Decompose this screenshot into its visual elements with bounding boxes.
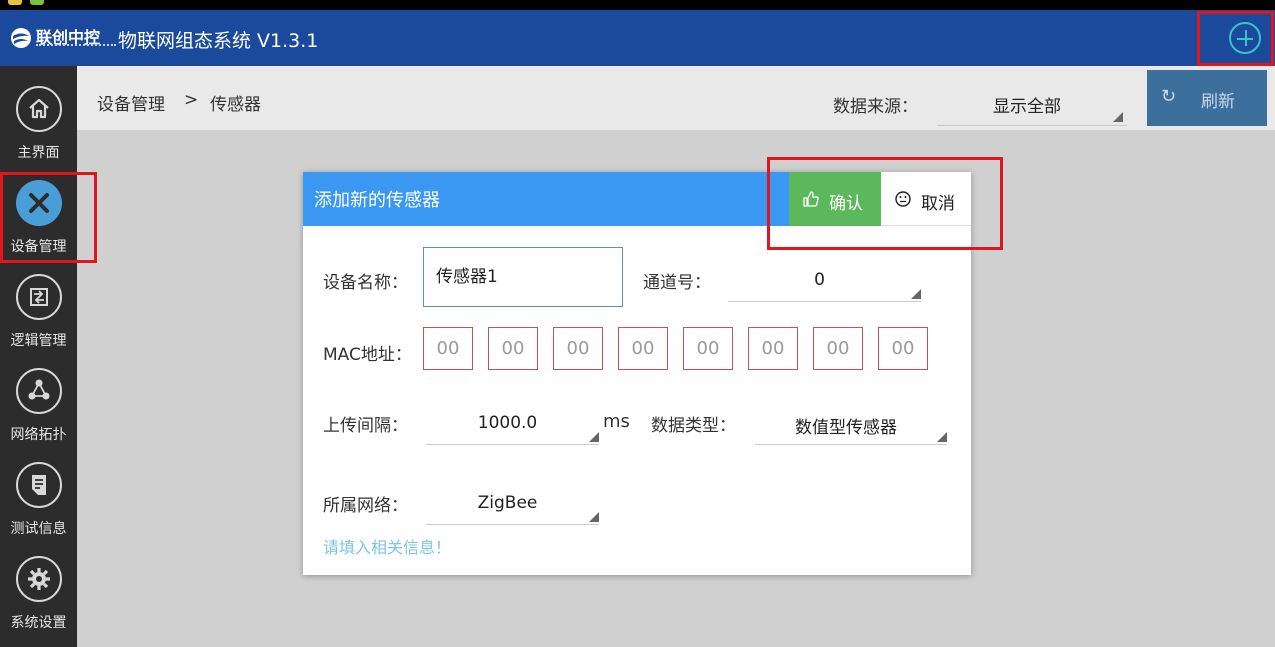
dropdown-arrow-icon: [589, 432, 599, 442]
channel-label: 通道号：: [643, 273, 711, 293]
mac-byte-input[interactable]: 00: [553, 327, 603, 370]
highlight-box: [1197, 11, 1274, 66]
mac-byte-input[interactable]: 00: [423, 327, 473, 370]
sidebar-item-label: 网络拓扑: [10, 427, 67, 443]
notification-icon: [8, 0, 22, 5]
hint-text: 请填入相关信息！: [323, 538, 452, 557]
data-source-select[interactable]: 显示全部: [937, 80, 1127, 126]
refresh-button[interactable]: ↻ 刷新: [1147, 70, 1267, 126]
highlight-box: [767, 157, 1003, 250]
mac-byte-input[interactable]: 00: [813, 327, 863, 370]
mac-byte-input[interactable]: 00: [748, 327, 798, 370]
dropdown-arrow-icon: [911, 289, 921, 299]
gear-icon: [16, 556, 62, 602]
sidebar-item-system-settings[interactable]: 系统设置: [0, 536, 77, 631]
upload-interval-select[interactable]: 1000.0: [426, 405, 599, 445]
breadcrumb-separator: >: [184, 90, 199, 110]
network-label: 所属网络：: [323, 496, 408, 516]
notification-icon: [30, 0, 44, 5]
sidebar-item-label: 主界面: [17, 145, 60, 161]
sidebar: 主界面 设备管理 逻辑管理 网络拓扑 测试信息 系统设置: [0, 66, 77, 647]
refresh-label: 刷新: [1201, 92, 1235, 112]
refresh-icon: ↻: [1161, 86, 1177, 107]
data-source-value: 显示全部: [993, 97, 1061, 117]
app-bar: 联创中控 物联网组态系统 V1.3.1: [0, 10, 1275, 66]
globe-logo-icon: [11, 28, 31, 48]
sidebar-item-label: 测试信息: [10, 521, 67, 537]
dialog-title: 添加新的传感器: [314, 190, 440, 211]
sidebar-item-label: 逻辑管理: [10, 333, 67, 349]
status-bar: [0, 0, 1275, 10]
breadcrumb-current: 传感器: [210, 95, 261, 115]
network-value: ZigBee: [477, 493, 538, 513]
highlight-box: [0, 172, 97, 263]
topology-icon: [16, 368, 62, 414]
breadcrumb: 设备管理 > 传感器 数据来源： 显示全部 ↻ 刷新: [77, 66, 1275, 130]
logo: 联创中控: [10, 24, 116, 54]
dropdown-arrow-icon: [1113, 112, 1123, 122]
logic-icon: [16, 274, 62, 320]
document-icon: [16, 462, 62, 508]
sidebar-item-home[interactable]: 主界面: [0, 66, 77, 161]
upload-interval-value: 1000.0: [477, 413, 538, 433]
sidebar-item-network-topology[interactable]: 网络拓扑: [0, 348, 77, 443]
mac-byte-input[interactable]: 00: [488, 327, 538, 370]
sidebar-item-label: 系统设置: [10, 615, 67, 631]
upload-interval-unit: ms: [603, 411, 630, 432]
data-type-select[interactable]: 数值型传感器: [755, 405, 947, 445]
dropdown-arrow-icon: [937, 432, 947, 442]
breadcrumb-root[interactable]: 设备管理: [97, 90, 165, 115]
device-name-input[interactable]: 传感器1: [423, 247, 623, 307]
mac-byte-input[interactable]: 00: [618, 327, 668, 370]
mac-byte-input[interactable]: 00: [878, 327, 928, 370]
network-select[interactable]: ZigBee: [426, 485, 599, 525]
channel-value: 0: [814, 270, 825, 290]
data-type-label: 数据类型：: [651, 416, 736, 436]
mac-address-label: MAC地址：: [323, 345, 412, 365]
device-name-label: 设备名称：: [323, 273, 408, 293]
sidebar-item-test-info[interactable]: 测试信息: [0, 442, 77, 537]
data-type-value: 数值型传感器: [795, 418, 897, 438]
sidebar-item-logic-management[interactable]: 逻辑管理: [0, 254, 77, 349]
upload-interval-label: 上传间隔：: [323, 416, 408, 436]
mac-byte-input[interactable]: 00: [683, 327, 733, 370]
channel-select[interactable]: 0: [728, 262, 921, 302]
app-title: 物联网组态系统 V1.3.1: [118, 30, 319, 52]
dropdown-arrow-icon: [589, 512, 599, 522]
data-source-label: 数据来源：: [833, 97, 918, 117]
home-icon: [16, 86, 62, 132]
